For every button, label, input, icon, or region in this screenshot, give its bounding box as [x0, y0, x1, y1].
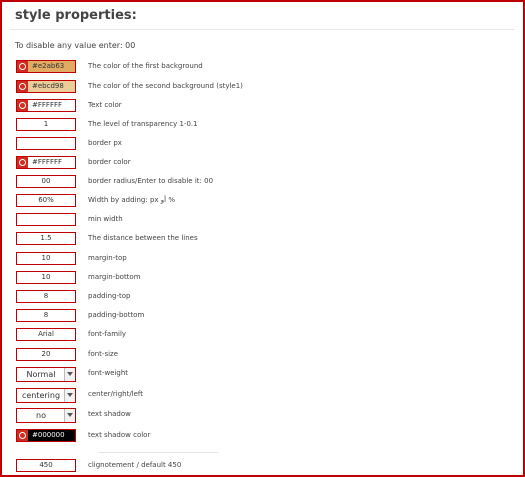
chevron-down-icon[interactable]: [64, 389, 75, 402]
property-input[interactable]: 1.5: [16, 232, 76, 245]
property-row: 1.5 The distance between the lines: [16, 232, 516, 245]
property-row: 20 font-size: [16, 348, 516, 361]
property-row: 60% Width by adding: px أو %: [16, 194, 516, 207]
property-row: Arial font-family: [16, 328, 516, 341]
property-label: The distance between the lines: [88, 234, 198, 242]
property-label: font-size: [88, 350, 119, 358]
property-label: text shadow: [88, 410, 131, 418]
property-row: #ebcd98 The color of the second backgroun…: [16, 80, 516, 93]
property-row: 450 clignotement / default 450: [16, 459, 516, 472]
property-input[interactable]: 20: [16, 348, 76, 361]
chevron-down-icon[interactable]: [64, 409, 75, 422]
property-input[interactable]: 60%: [16, 194, 76, 207]
property-input[interactable]: 00: [16, 175, 76, 188]
color-input[interactable]: #e2ab63: [16, 60, 76, 73]
color-picker-icon[interactable]: [17, 81, 28, 92]
property-label: clignotement / default 450: [88, 461, 182, 469]
color-value: #e2ab63: [32, 62, 65, 70]
property-label: center/right/left: [88, 390, 144, 398]
property-row: #e2ab63 The color of the first background: [16, 60, 516, 73]
property-row: centering center/right/left: [16, 388, 516, 403]
color-picker-icon[interactable]: [17, 157, 28, 168]
disable-note: To disable any value enter: 00: [15, 41, 136, 50]
property-row: 8 padding-top: [16, 290, 516, 303]
property-input[interactable]: Arial: [16, 328, 76, 341]
property-label: The level of transparency 1-0.1: [88, 120, 198, 128]
property-label: padding-top: [88, 292, 131, 300]
color-picker-icon[interactable]: [17, 430, 28, 441]
property-row: no text shadow: [16, 408, 516, 423]
color-picker-icon[interactable]: [17, 100, 28, 111]
select-value: Normal: [26, 370, 56, 379]
property-select[interactable]: centering: [16, 388, 76, 403]
property-label: The color of the second background (styl…: [88, 82, 243, 90]
property-row: #000000 text shadow color: [16, 429, 516, 442]
color-input[interactable]: #ebcd98: [16, 80, 76, 93]
property-input[interactable]: 450: [16, 459, 76, 472]
property-label: margin-bottom: [88, 273, 141, 281]
property-select[interactable]: Normal: [16, 367, 76, 382]
color-input[interactable]: #FFFFFF: [16, 156, 76, 169]
color-input[interactable]: #000000: [16, 429, 76, 442]
property-input[interactable]: 10: [16, 252, 76, 265]
property-row: Normal font-weight: [16, 367, 516, 382]
property-label: Text color: [88, 101, 122, 109]
property-row: 8 padding-bottom: [16, 309, 516, 322]
property-input[interactable]: 8: [16, 309, 76, 322]
property-row: 1 The level of transparency 1-0.1: [16, 118, 516, 131]
property-input[interactable]: 10: [16, 271, 76, 284]
property-label: font-weight: [88, 369, 129, 377]
property-label: margin-top: [88, 254, 127, 262]
color-picker-icon[interactable]: [17, 61, 28, 72]
property-row: border px: [16, 137, 516, 150]
color-input[interactable]: #FFFFFF: [16, 99, 76, 112]
property-label: font-family: [88, 330, 127, 338]
property-label: border color: [88, 158, 131, 166]
property-input[interactable]: 1: [16, 118, 76, 131]
property-row: min width: [16, 213, 516, 226]
property-row: #FFFFFF border color: [16, 156, 516, 169]
property-label: border px: [88, 139, 122, 147]
property-label: Width by adding: px أو %: [88, 196, 175, 204]
chevron-down-icon[interactable]: [64, 368, 75, 381]
property-input[interactable]: 8: [16, 290, 76, 303]
property-label: The color of the first background: [88, 62, 203, 70]
title-divider: [10, 29, 515, 30]
property-label: min width: [88, 215, 123, 223]
color-value: #000000: [32, 431, 65, 439]
property-row: 00 border radius/Enter to disable it: 00: [16, 175, 516, 188]
property-row: #FFFFFF Text color: [16, 99, 516, 112]
property-input[interactable]: [16, 137, 76, 150]
property-label: border radius/Enter to disable it: 00: [88, 177, 214, 185]
color-value: #FFFFFF: [32, 158, 63, 166]
property-input[interactable]: [16, 213, 76, 226]
property-label: text shadow color: [88, 431, 151, 439]
property-select[interactable]: no: [16, 408, 76, 423]
select-value: centering: [21, 391, 61, 400]
color-value: #ebcd98: [32, 82, 64, 90]
property-row: 10 margin-top: [16, 252, 516, 265]
section-divider: [98, 452, 218, 453]
property-label: padding-bottom: [88, 311, 145, 319]
style-properties-panel: style properties: To disable any value e…: [0, 0, 525, 477]
panel-title: style properties:: [15, 8, 137, 23]
color-value: #FFFFFF: [32, 101, 63, 109]
property-row: 10 margin-bottom: [16, 271, 516, 284]
select-value: no: [36, 411, 46, 420]
